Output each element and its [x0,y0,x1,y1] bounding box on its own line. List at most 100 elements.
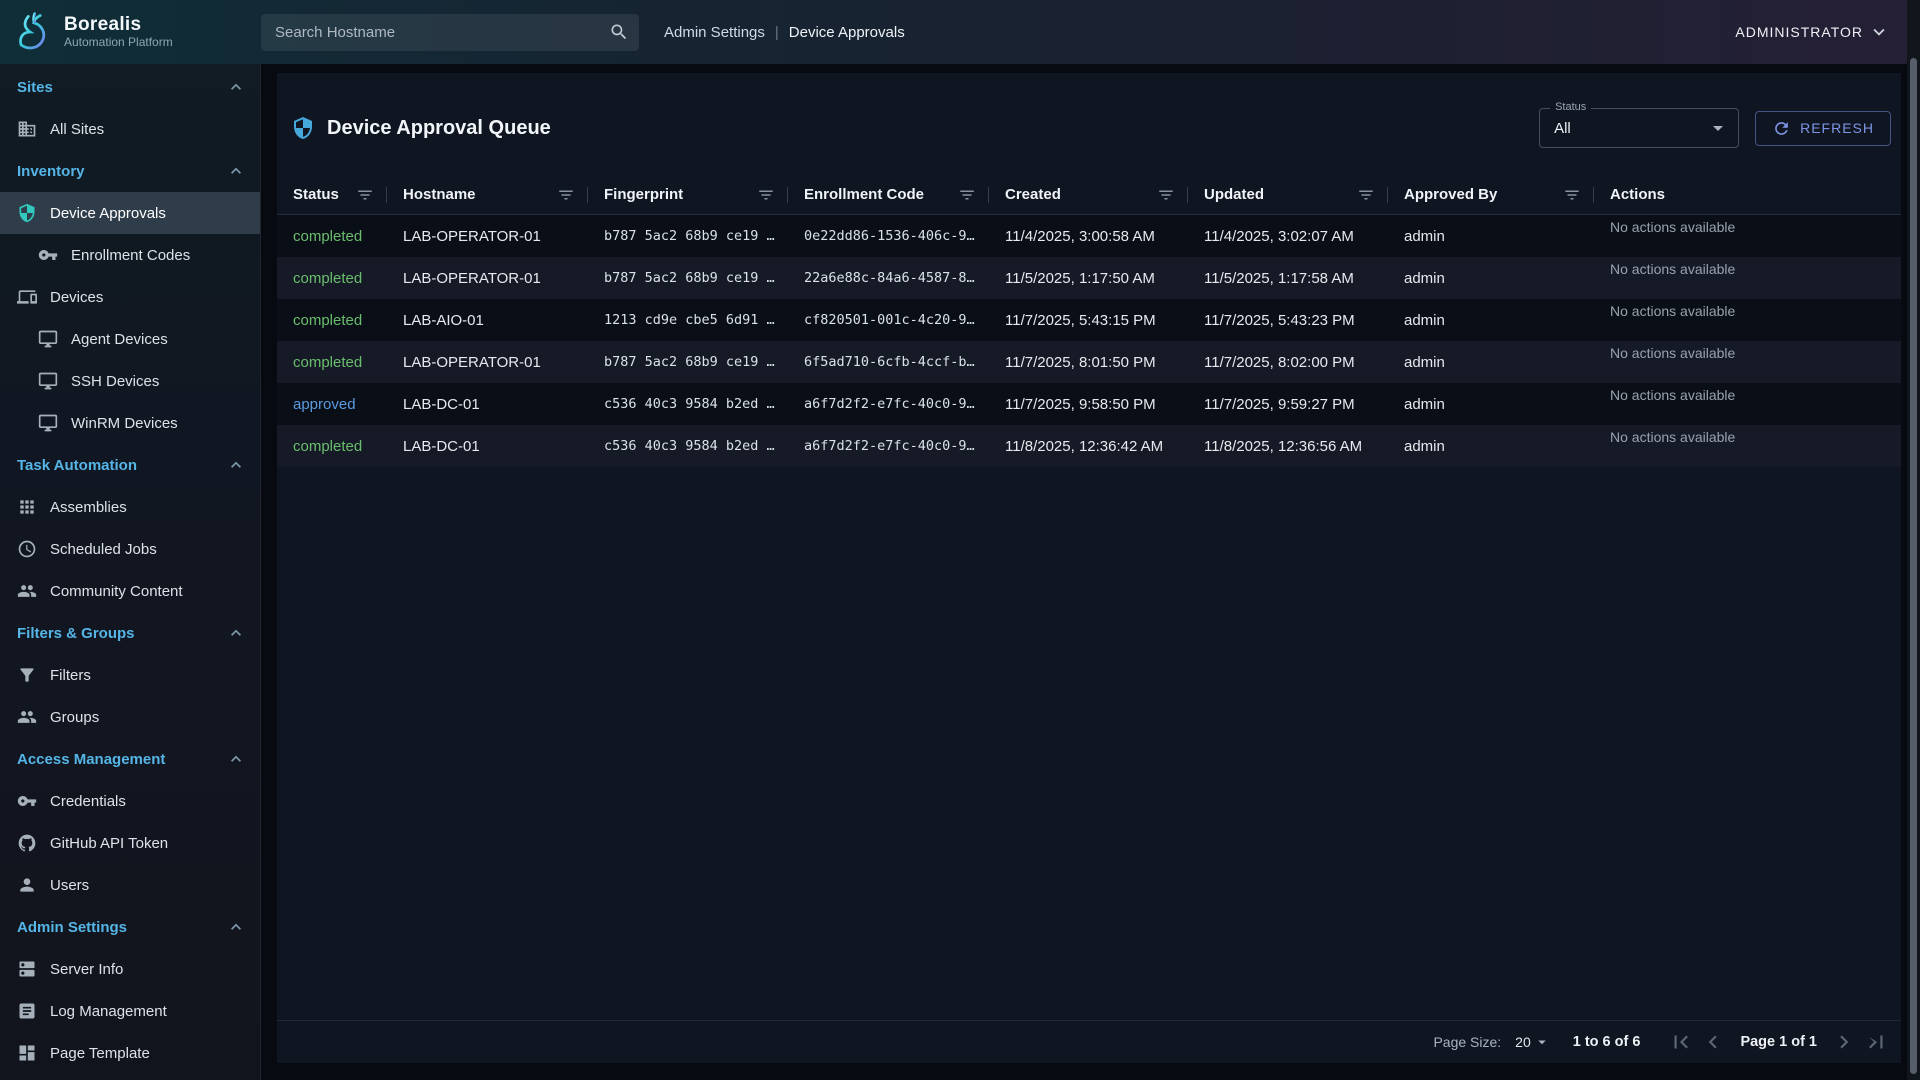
enrollment-code-cell: 22a6e88c-84a6-4587-8… [788,257,989,299]
item-label: Devices [50,289,103,306]
sidebar-item-server-info[interactable]: Server Info [0,948,260,990]
scrollbar-thumb[interactable] [1910,58,1917,1074]
column-header-updated[interactable]: Updated [1188,175,1388,214]
actions-cell: No actions available [1594,257,1901,299]
item-label: Scheduled Jobs [50,541,157,558]
sidebar-section-access-management[interactable]: Access Management [0,738,260,780]
table-row[interactable]: completed LAB-OPERATOR-01 b787 5ac2 68b9… [277,341,1901,383]
fingerprint-cell: b787 5ac2 68b9 ce19 … [588,215,788,257]
previous-page-button[interactable] [1700,1029,1726,1055]
column-header-approved-by[interactable]: Approved By [1388,175,1594,214]
sidebar-item-assemblies[interactable]: Assemblies [0,486,260,528]
page-indicator: Page 1 of 1 [1740,1034,1817,1050]
search-box [261,14,639,51]
table-row[interactable]: approved LAB-DC-01 c536 40c3 9584 b2ed …… [277,383,1901,425]
item-label: Assemblies [50,499,127,516]
item-label: Community Content [50,583,183,600]
hostname-cell: LAB-AIO-01 [387,299,588,341]
item-label: GitHub API Token [50,835,168,852]
user-menu-label: ADMINISTRATOR [1735,24,1863,40]
filter-list-icon[interactable] [757,186,775,204]
sidebar-section-task-automation[interactable]: Task Automation [0,444,260,486]
filter-list-icon[interactable] [958,186,976,204]
status-badge: completed [293,228,362,245]
hostname-cell: LAB-OPERATOR-01 [387,215,588,257]
column-label: Hostname [403,186,476,203]
user-menu[interactable]: ADMINISTRATOR [1735,21,1920,43]
column-header-status[interactable]: Status [277,175,387,214]
section-label: Inventory [17,163,85,180]
table-row[interactable]: completed LAB-DC-01 c536 40c3 9584 b2ed … [277,425,1901,467]
sidebar-item-log-management[interactable]: Log Management [0,990,260,1032]
table-row[interactable]: completed LAB-OPERATOR-01 b787 5ac2 68b9… [277,257,1901,299]
breadcrumb-admin-settings[interactable]: Admin Settings [664,24,765,41]
template-icon [17,1043,37,1063]
filter-list-icon[interactable] [1563,186,1581,204]
filter-list-icon[interactable] [1157,186,1175,204]
search-icon[interactable] [609,22,629,42]
sidebar-item-credentials[interactable]: Credentials [0,780,260,822]
sidebar-item-enrollment-codes[interactable]: Enrollment Codes [0,234,260,276]
column-header-created[interactable]: Created [989,175,1188,214]
column-header-enrollment-code[interactable]: Enrollment Code [788,175,989,214]
sidebar-section-admin-settings[interactable]: Admin Settings [0,906,260,948]
item-label: Groups [50,709,99,726]
table-row[interactable]: completed LAB-OPERATOR-01 b787 5ac2 68b9… [277,215,1901,257]
sidebar-section-filters-groups[interactable]: Filters & Groups [0,612,260,654]
sidebar-item-all-sites[interactable]: All Sites [0,108,260,150]
filter-list-icon[interactable] [557,186,575,204]
approved-by-cell: admin [1388,425,1594,467]
github-icon [17,833,37,853]
actions-cell: No actions available [1594,425,1901,467]
table-row[interactable]: completed LAB-AIO-01 1213 cd9e cbe5 6d91… [277,299,1901,341]
sidebar-item-groups[interactable]: Groups [0,696,260,738]
sidebar-item-community-content[interactable]: Community Content [0,570,260,612]
section-label: Sites [17,79,53,96]
actions-cell: No actions available [1594,299,1901,341]
chevron-up-icon [226,749,246,769]
section-label: Filters & Groups [17,625,135,642]
search-input[interactable] [261,24,609,41]
column-header-hostname[interactable]: Hostname [387,175,588,214]
sidebar-item-devices[interactable]: Devices [0,276,260,318]
monitor-icon [38,329,58,349]
next-page-button[interactable] [1831,1029,1857,1055]
sidebar-section-inventory[interactable]: Inventory [0,150,260,192]
sidebar-section-sites[interactable]: Sites [0,66,260,108]
filter-icon [17,665,37,685]
sidebar-item-filters[interactable]: Filters [0,654,260,696]
sidebar-item-page-template[interactable]: Page Template [0,1032,260,1074]
created-cell: 11/4/2025, 3:00:58 AM [989,215,1188,257]
first-page-button[interactable] [1668,1029,1694,1055]
sidebar-item-scheduled-jobs[interactable]: Scheduled Jobs [0,528,260,570]
page-size-select[interactable]: 20 [1515,1033,1551,1051]
status-filter-value: All [1554,120,1571,137]
sidebar-item-users[interactable]: Users [0,864,260,906]
sidebar-item-github-api-token[interactable]: GitHub API Token [0,822,260,864]
sidebar-item-winrm-devices[interactable]: WinRM Devices [0,402,260,444]
sidebar-item-device-approvals[interactable]: Device Approvals [0,192,260,234]
page-title-text: Device Approval Queue [327,117,551,140]
main-panel: Device Approval Queue Status All REFRESH… [277,73,1901,1063]
status-badge: completed [293,270,362,287]
table-header-row: Status Hostname Fingerprint Enrollment C… [277,175,1901,215]
enrollment-code-cell: 0e22dd86-1536-406c-9… [788,215,989,257]
sidebar-item-ssh-devices[interactable]: SSH Devices [0,360,260,402]
brand: Borealis Automation Platform [0,10,261,54]
approved-by-cell: admin [1388,215,1594,257]
breadcrumb: Admin Settings | Device Approvals [664,24,905,41]
status-badge: completed [293,354,362,371]
column-header-fingerprint[interactable]: Fingerprint [588,175,788,214]
filter-list-icon[interactable] [1357,186,1375,204]
sidebar-item-agent-devices[interactable]: Agent Devices [0,318,260,360]
building-icon [17,119,37,139]
column-label: Approved By [1404,186,1497,203]
fingerprint-cell: b787 5ac2 68b9 ce19 … [588,341,788,383]
status-filter-select[interactable]: Status All [1539,108,1739,148]
filter-list-icon[interactable] [356,186,374,204]
column-header-actions[interactable]: Actions [1594,175,1901,214]
pagination-bar: Page Size: 20 1 to 6 of 6 Page 1 of 1 [277,1020,1901,1063]
page-title: Device Approval Queue [291,116,551,140]
last-page-button[interactable] [1863,1029,1889,1055]
refresh-button[interactable]: REFRESH [1755,111,1891,146]
